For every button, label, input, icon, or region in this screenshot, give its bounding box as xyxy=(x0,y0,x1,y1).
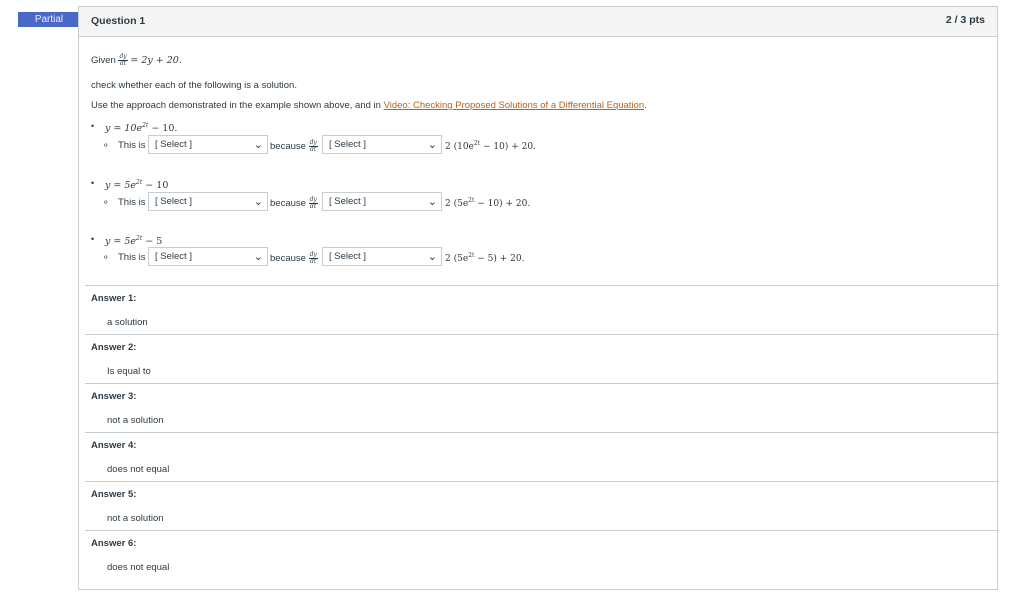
question-header: Question 1 2 / 3 pts xyxy=(79,7,997,37)
question-card: Question 1 2 / 3 pts Given dy dt = 2y + 2… xyxy=(78,6,999,590)
item-2-solution-select[interactable]: [ Select ] ⌄ xyxy=(148,192,268,211)
item-1-equality-select[interactable]: [ Select ] ⌄ xyxy=(322,135,442,154)
item-1-solution-select[interactable]: [ Select ] ⌄ xyxy=(148,135,268,154)
answer-label: Answer 3: xyxy=(91,391,137,402)
circle-bullet-icon: ⚬ xyxy=(102,140,110,150)
given-line: Given dy dt = 2y + 20. xyxy=(91,54,182,67)
partial-badge: Partial xyxy=(18,12,80,27)
item-2-rhs: 2 (5e2t − 10) + 20. xyxy=(445,197,531,209)
answer-block-3: Answer 3: not a solution xyxy=(85,383,999,426)
item-2-because: because dy dt xyxy=(270,196,318,210)
answer-label: Answer 6: xyxy=(91,538,137,549)
item-3-rhs: 2 (5e2t − 5) + 20. xyxy=(445,252,525,264)
answer-block-5: Answer 5: not a solution xyxy=(85,481,999,524)
chevron-down-icon: ⌄ xyxy=(427,250,437,263)
answer-value: does not equal xyxy=(107,562,170,573)
answer-block-1: Answer 1: a solution xyxy=(85,285,999,328)
answer-block-6: Answer 6: does not equal xyxy=(85,530,999,573)
circle-bullet-icon: ⚬ xyxy=(102,197,110,207)
item-3-because: because dy dt xyxy=(270,251,318,265)
item-3-expression: y = 5e2t − 5 xyxy=(105,235,163,248)
answer-value: not a solution xyxy=(107,513,164,524)
question-title: Question 1 xyxy=(91,15,146,27)
answer-label: Answer 5: xyxy=(91,489,137,500)
chevron-down-icon: ⌄ xyxy=(253,250,263,263)
answer-block-2: Answer 2: Is equal to xyxy=(85,334,999,377)
answer-label: Answer 2: xyxy=(91,342,137,353)
approach-text: Use the approach demonstrated in the exa… xyxy=(91,100,381,111)
item-2-equality-select[interactable]: [ Select ] ⌄ xyxy=(322,192,442,211)
circle-bullet-icon: ⚬ xyxy=(102,252,110,262)
item-3-equality-select[interactable]: [ Select ] ⌄ xyxy=(322,247,442,266)
item-2-expression: y = 5e2t − 10 xyxy=(105,179,169,192)
chevron-down-icon: ⌄ xyxy=(253,195,263,208)
item-1-because: because dy dt xyxy=(270,139,318,153)
given-rhs: = 2y + 20. xyxy=(130,55,182,67)
chevron-down-icon: ⌄ xyxy=(427,195,437,208)
question-points: 2 / 3 pts xyxy=(945,14,985,26)
answer-label: Answer 1: xyxy=(91,293,137,304)
answer-value: does not equal xyxy=(107,464,170,475)
given-prefix: Given xyxy=(91,55,116,67)
video-link[interactable]: Video: Checking Proposed Solutions of a … xyxy=(384,100,645,111)
answer-block-4: Answer 4: does not equal xyxy=(85,432,999,475)
item-3-solution-select[interactable]: [ Select ] ⌄ xyxy=(148,247,268,266)
chevron-down-icon: ⌄ xyxy=(253,138,263,151)
item-1-rhs: 2 (10e2t − 10) + 20. xyxy=(445,140,536,152)
dy-dt-fraction: dy dt xyxy=(118,53,128,67)
answer-value: Is equal to xyxy=(107,366,151,377)
item-1-expression: y = 10e2t − 10. xyxy=(105,122,178,135)
disc-bullet-icon: • xyxy=(91,234,95,244)
disc-bullet-icon: • xyxy=(91,121,95,131)
approach-line: Use the approach demonstrated in the exa… xyxy=(91,100,647,111)
answer-value: a solution xyxy=(107,317,148,328)
disc-bullet-icon: • xyxy=(91,178,95,188)
answer-label: Answer 4: xyxy=(91,440,137,451)
chevron-down-icon: ⌄ xyxy=(427,138,437,151)
item-1-this-is: This is xyxy=(118,140,146,151)
item-3-this-is: This is xyxy=(118,252,146,263)
item-2-this-is: This is xyxy=(118,197,146,208)
answer-value: not a solution xyxy=(107,415,164,426)
check-text: check whether each of the following is a… xyxy=(91,80,297,91)
